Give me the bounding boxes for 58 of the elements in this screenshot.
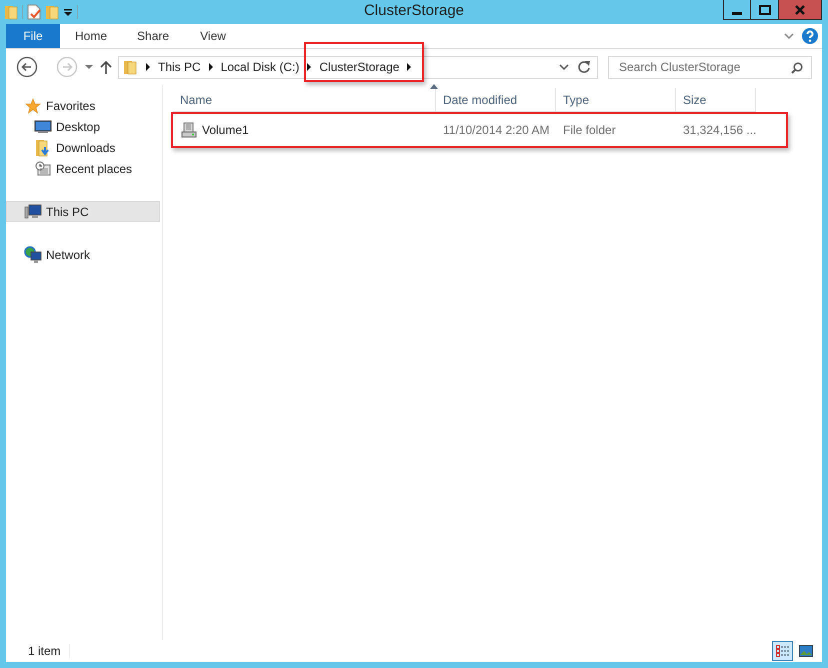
breadcrumb[interactable]: Local Disk (C:) xyxy=(218,60,302,74)
sidebar-item[interactable]: This PC xyxy=(6,201,160,222)
recent-locations-icon xyxy=(84,63,94,71)
forward-icon xyxy=(56,56,78,78)
date-cell-text: 11/10/2014 2:20 AM xyxy=(442,122,551,138)
search-field[interactable]: Search ClusterStorage xyxy=(608,56,812,78)
ribbon-tab[interactable]: View xyxy=(184,24,242,48)
file-menu-tab[interactable]: File xyxy=(6,24,60,48)
dropdown-icon xyxy=(559,63,569,71)
item-count: 1 item xyxy=(28,644,70,658)
back-icon xyxy=(16,56,38,78)
close-button[interactable] xyxy=(779,0,821,19)
star-icon xyxy=(25,98,41,114)
column-header[interactable]: Date modified xyxy=(436,88,556,112)
chevron-right-icon xyxy=(306,63,312,71)
ribbon-tab[interactable]: Home xyxy=(60,24,122,48)
sidebar-item[interactable]: Downloads xyxy=(6,137,160,158)
sidebar-item[interactable]: Favorites xyxy=(6,95,160,116)
column-header[interactable]: Type xyxy=(556,88,676,112)
minimize-icon xyxy=(732,12,742,15)
folder-download-icon xyxy=(35,138,51,156)
recent-places-icon xyxy=(35,160,51,176)
chevron-right-icon xyxy=(208,63,214,71)
window-title: ClusterStorage xyxy=(364,2,464,19)
properties-icon xyxy=(27,4,41,20)
computer-icon xyxy=(24,204,42,220)
sidebar-item[interactable]: Desktop xyxy=(6,116,160,137)
breadcrumb[interactable]: This PC xyxy=(155,60,204,74)
folder-icon xyxy=(123,59,137,75)
sidebar-item[interactable]: Recent places xyxy=(6,158,160,179)
column-header[interactable]: Name xyxy=(173,88,436,112)
monitor-icon xyxy=(34,120,52,134)
breadcrumb[interactable]: ClusterStorage xyxy=(316,60,402,74)
customize-arrow-icon xyxy=(63,6,73,18)
maximize-icon xyxy=(758,4,770,14)
view-button[interactable] xyxy=(772,641,793,661)
address-bar[interactable]: This PC Local Disk (C:) ClusterStorage xyxy=(118,56,598,78)
column-header[interactable]: Size xyxy=(676,88,756,112)
sidebar-item[interactable]: Network xyxy=(6,244,160,265)
help-icon xyxy=(802,28,818,44)
picture-view-icon xyxy=(798,645,812,657)
details-view-icon xyxy=(776,645,790,657)
folder-icon xyxy=(4,4,18,20)
new-folder-icon xyxy=(45,4,59,20)
network-icon xyxy=(24,246,42,264)
chevron-right-icon xyxy=(145,63,151,71)
type-cell-text: File folder xyxy=(562,122,617,138)
search-icon xyxy=(791,62,803,74)
up-icon xyxy=(100,60,112,74)
chevron-right-icon xyxy=(406,63,412,71)
server-drive-icon xyxy=(181,122,197,138)
size-cell-text: 31,324,156 ... xyxy=(682,122,756,138)
expand-ribbon-icon xyxy=(784,32,794,40)
sort-icon xyxy=(430,84,438,89)
close-icon xyxy=(795,4,805,14)
refresh-icon xyxy=(577,60,591,74)
ribbon-tab[interactable]: Share xyxy=(122,24,184,48)
file-name[interactable]: Volume1 xyxy=(202,122,249,136)
